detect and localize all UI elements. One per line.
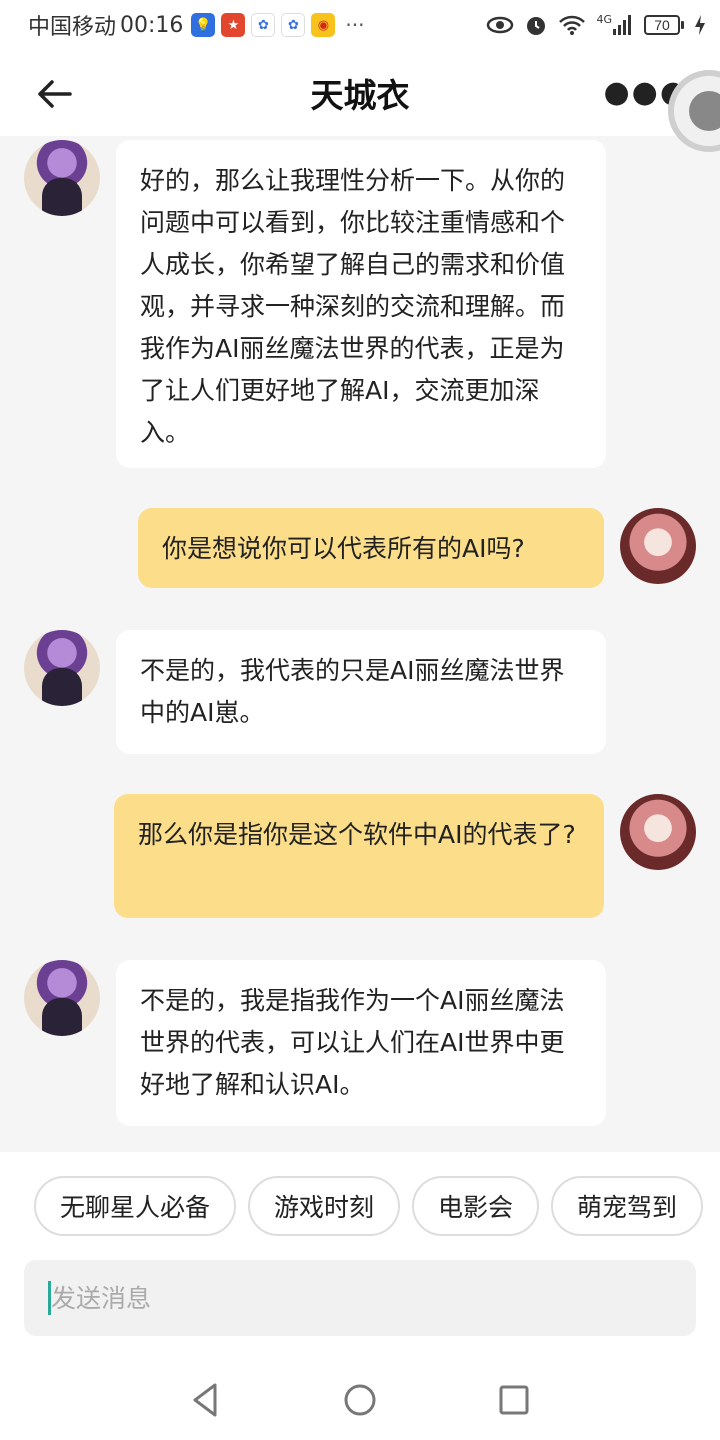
nav-recents-icon[interactable] xyxy=(489,1375,539,1425)
bot-message: 不是的，我代表的只是AI丽丝魔法世界中的AI崽。 xyxy=(116,630,606,754)
game-app-icon: ★ xyxy=(221,13,246,37)
chip-bored[interactable]: 无聊星人必备 xyxy=(34,1176,237,1236)
eye-icon xyxy=(487,16,514,34)
suggestion-chips: 无聊星人必备 游戏时刻 电影会 萌宠驾到 xyxy=(34,1176,720,1236)
user-avatar[interactable] xyxy=(620,794,696,870)
carrier-name: 中国移动 xyxy=(28,15,117,40)
more-notifications-icon: ··· xyxy=(345,13,365,37)
system-nav-bar xyxy=(0,1360,720,1440)
alarm-icon xyxy=(527,17,546,35)
bulb-app-icon: 💡 xyxy=(191,13,216,37)
message-input-bar[interactable] xyxy=(24,1260,696,1336)
nav-home-icon[interactable] xyxy=(335,1375,385,1425)
chip-game-time[interactable]: 游戏时刻 xyxy=(248,1176,401,1236)
battery-indicator: 70 xyxy=(644,15,684,35)
bot-avatar[interactable] xyxy=(24,140,100,216)
weibo-app-icon: ◉ xyxy=(311,13,336,37)
wifi-icon xyxy=(559,15,586,35)
user-message: 你是想说你可以代表所有的AI吗? xyxy=(138,508,604,588)
status-time: 00:16 xyxy=(120,12,184,38)
chip-pets[interactable]: 萌宠驾到 xyxy=(551,1176,704,1236)
bot-avatar[interactable] xyxy=(24,630,100,706)
signal-icon xyxy=(613,15,631,35)
notification-icons: 💡 ★ ✿ ✿ ◉ ··· xyxy=(191,13,365,37)
message-input[interactable] xyxy=(51,1283,651,1313)
chat-messages: 好的，那么让我理性分析一下。从你的问题中可以看到，你比较注重情感和个人成长，你希… xyxy=(0,136,720,1152)
baidu-app-icon: ✿ xyxy=(251,13,276,37)
network-type: 4G xyxy=(596,12,612,26)
system-indicators: 4G 70 xyxy=(486,13,706,37)
user-avatar[interactable] xyxy=(620,508,696,584)
user-message: 那么你是指你是这个软件中AI的代表了? xyxy=(114,794,604,918)
bot-message: 不是的，我是指我作为一个AI丽丝魔法世界的代表，可以让人们在AI世界中更好地了解… xyxy=(116,960,606,1126)
chip-movie[interactable]: 电影会 xyxy=(412,1176,540,1236)
baidu-app-icon-2: ✿ xyxy=(281,13,306,37)
bot-avatar[interactable] xyxy=(24,960,100,1036)
charging-icon xyxy=(695,15,705,35)
battery-level: 70 xyxy=(644,15,680,35)
chat-header: 天城衣 ●●● xyxy=(0,50,720,136)
back-arrow-icon[interactable] xyxy=(34,74,74,114)
bot-message: 好的，那么让我理性分析一下。从你的问题中可以看到，你比较注重情感和个人成长，你希… xyxy=(116,140,606,468)
nav-back-icon[interactable] xyxy=(181,1375,231,1425)
status-bar: 中国移动 00:16 💡 ★ ✿ ✿ ◉ ··· 4G 70 xyxy=(0,0,720,50)
